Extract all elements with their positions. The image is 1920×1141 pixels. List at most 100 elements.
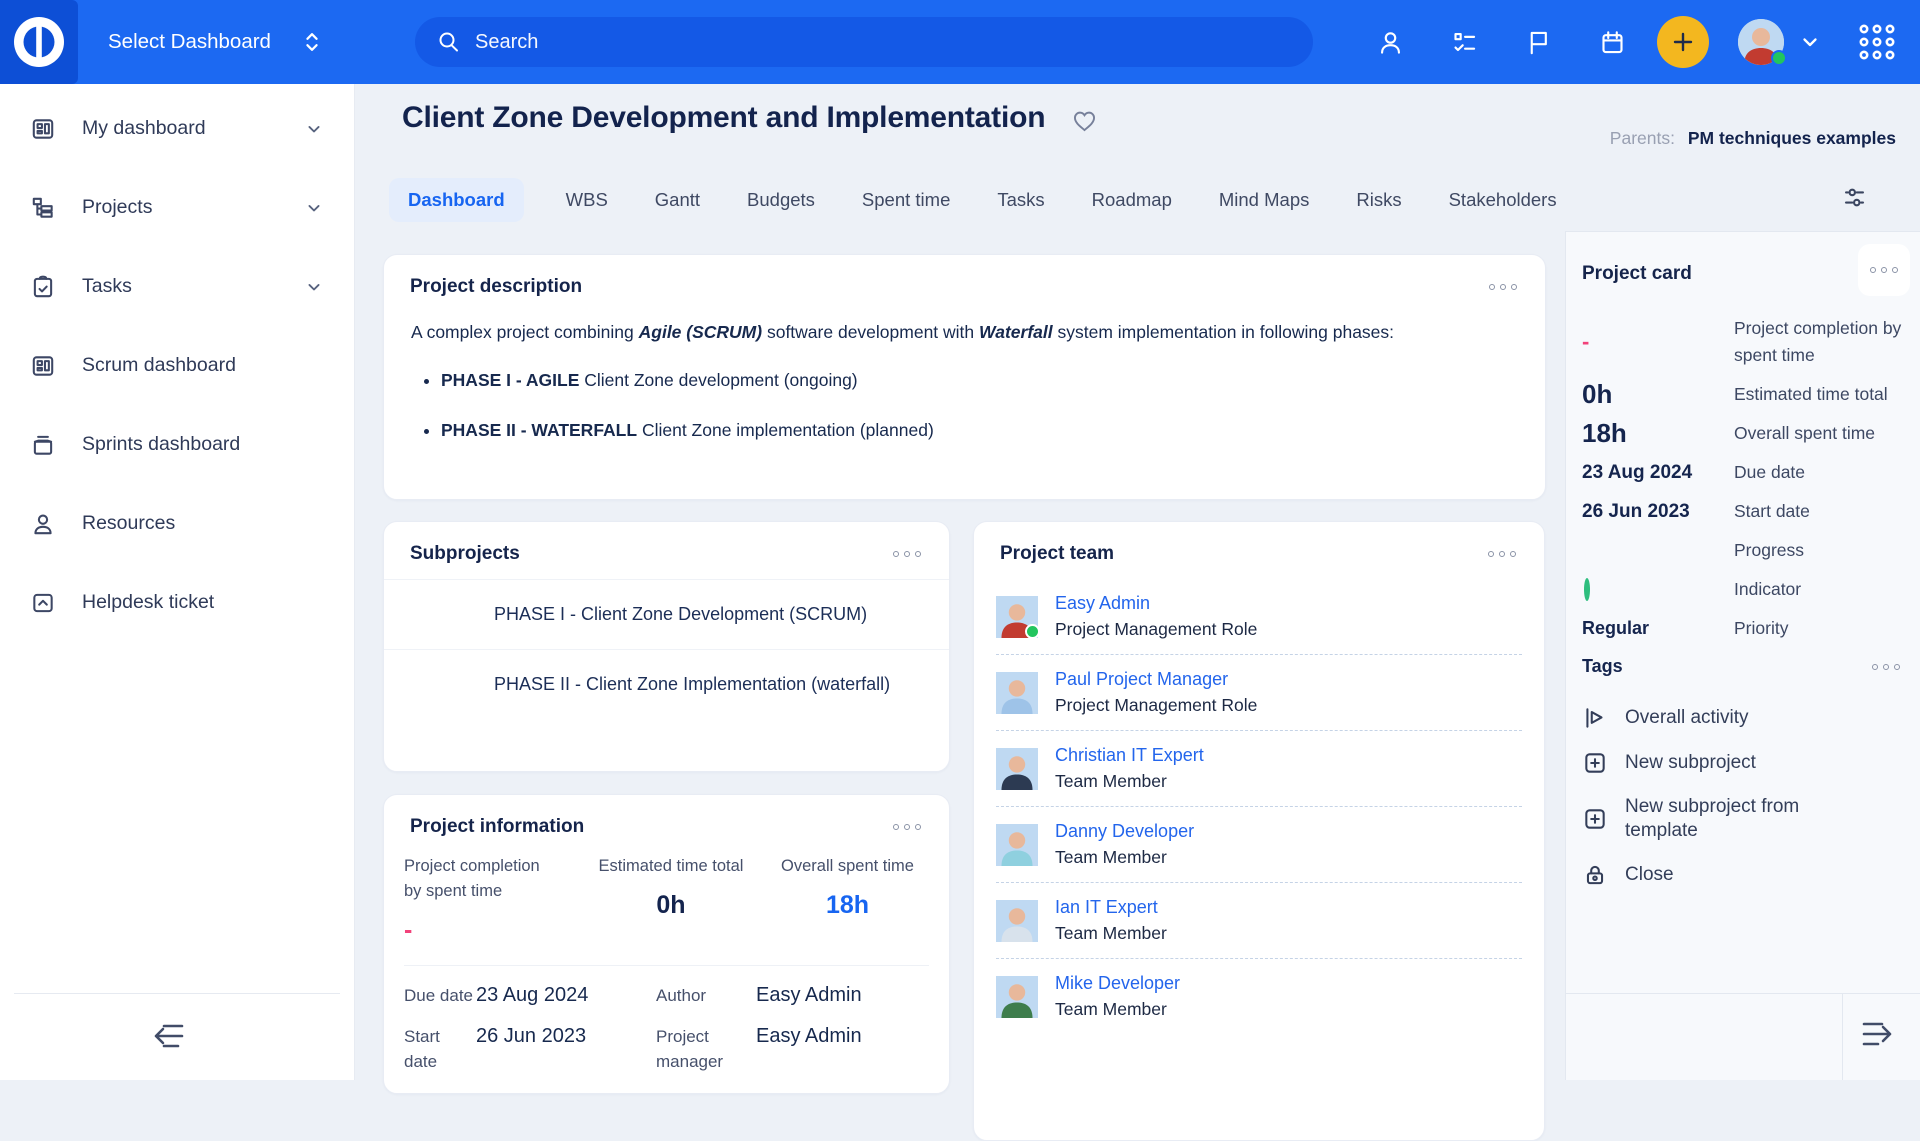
sidebar-item-my-dashboard[interactable]: My dashboard (0, 89, 354, 168)
sidebar-item-tasks[interactable]: Tasks (0, 247, 354, 326)
tab-mind-maps[interactable]: Mind Maps (1214, 178, 1314, 222)
chevron-down-icon[interactable] (304, 198, 324, 218)
parents-label: Parents: (1610, 128, 1675, 148)
tab-stakeholders[interactable]: Stakeholders (1444, 178, 1562, 222)
tab-dashboard[interactable]: Dashboard (389, 178, 524, 222)
close-project-button[interactable]: Close (1582, 862, 1904, 888)
card-field-spent-time: 18h Overall spent time (1582, 414, 1904, 453)
sprints-box-icon (30, 432, 56, 458)
new-subproject-button[interactable]: New subproject (1582, 750, 1904, 776)
chevron-down-icon[interactable] (304, 119, 324, 139)
overall-activity-button[interactable]: Overall activity (1582, 705, 1904, 731)
panel-menu-button[interactable] (889, 547, 925, 561)
collapse-sidebar-button[interactable] (148, 1016, 190, 1056)
sidebar-item-label: My dashboard (82, 117, 206, 140)
team-member-row: Ian IT Expert Team Member (996, 882, 1522, 958)
tags-label: Tags (1582, 656, 1623, 677)
ticket-chevron-up-icon (30, 590, 56, 616)
sidebar-item-label: Projects (82, 196, 152, 219)
action-label: Overall activity (1625, 706, 1749, 730)
project-card-title: Project card (1582, 263, 1692, 284)
member-name-link[interactable]: Paul Project Manager (1055, 669, 1257, 690)
sidebar-item-sprints-dashboard[interactable]: Sprints dashboard (0, 405, 354, 484)
card-field-start-date: 26 Jun 2023 Start date (1582, 492, 1904, 531)
panel-menu-button[interactable] (889, 820, 925, 834)
page-settings-button[interactable] (1841, 184, 1868, 211)
user-avatar-button[interactable] (1738, 19, 1784, 65)
field-label: Indicator (1734, 570, 1904, 609)
online-status-dot (1771, 50, 1787, 66)
subproject-link[interactable]: PHASE I - Client Zone Development (SCRUM… (384, 579, 949, 649)
field-label: Project manager (656, 1024, 756, 1074)
panel-title: Project team (1000, 543, 1114, 565)
panel-menu-button[interactable] (1485, 280, 1521, 294)
team-member-row: Paul Project Manager Project Management … (996, 654, 1522, 730)
plus-square-icon (1582, 750, 1608, 776)
member-name-link[interactable]: Danny Developer (1055, 821, 1194, 842)
project-card-sidebar: Project card - Project completion by spe… (1565, 231, 1920, 1080)
tab-spent-time[interactable]: Spent time (857, 178, 955, 222)
parents-link[interactable]: PM techniques examples (1688, 128, 1896, 148)
action-label: New subproject from template (1625, 795, 1860, 843)
sidebar-item-resources[interactable]: Resources (0, 484, 354, 563)
tab-roadmap[interactable]: Roadmap (1087, 178, 1177, 222)
member-name-link[interactable]: Mike Developer (1055, 973, 1180, 994)
avatar-menu-chevron[interactable] (1798, 30, 1822, 54)
field-label: Estimated time total (1734, 375, 1904, 414)
field-value: 23 Aug 2024 (476, 983, 656, 1007)
favorite-heart-button[interactable] (1071, 107, 1098, 134)
clipboard-check-icon (30, 274, 56, 300)
chevron-down-icon[interactable] (304, 277, 324, 297)
subproject-link[interactable]: PHASE II - Client Zone Implementation (w… (384, 649, 949, 719)
tasks-checklist-button[interactable] (1440, 0, 1488, 84)
field-value: 26 Jun 2023 (476, 1024, 656, 1048)
top-bar: Select Dashboard (0, 0, 1920, 84)
add-new-button[interactable] (1657, 16, 1709, 68)
member-name-link[interactable]: Easy Admin (1055, 593, 1257, 614)
dashboard-icon (30, 116, 56, 142)
project-team-panel: Project team Easy Admin Project Manageme… (973, 521, 1545, 1141)
calendar-button[interactable] (1588, 0, 1636, 84)
member-role: Team Member (1055, 923, 1167, 944)
collapse-right-sidebar-button[interactable] (1856, 1014, 1898, 1054)
sidebar-item-projects[interactable]: Projects (0, 168, 354, 247)
activity-icon (1582, 705, 1608, 731)
member-role: Project Management Role (1055, 695, 1257, 716)
member-role: Team Member (1055, 847, 1194, 868)
flag-button[interactable] (1514, 0, 1562, 84)
field-label: Overall spent time (1734, 414, 1904, 453)
select-dashboard-button[interactable]: Select Dashboard (108, 0, 323, 84)
field-value: 23 Aug 2024 (1582, 462, 1734, 484)
member-name-link[interactable]: Ian IT Expert (1055, 897, 1167, 918)
stat-value: 18h (766, 891, 929, 920)
tab-budgets[interactable]: Budgets (742, 178, 820, 222)
apps-grid-button[interactable] (1856, 21, 1898, 63)
panel-menu-button[interactable] (1484, 547, 1520, 561)
sidebar-item-scrum-dashboard[interactable]: Scrum dashboard (0, 326, 354, 405)
project-card-menu-button[interactable] (1858, 244, 1910, 296)
sidebar-item-label: Sprints dashboard (82, 433, 240, 456)
app-logo[interactable] (0, 0, 78, 84)
tab-wbs[interactable]: WBS (561, 178, 613, 222)
field-value: - (1582, 329, 1734, 355)
projects-tree-icon (30, 195, 56, 221)
select-dashboard-label: Select Dashboard (108, 30, 271, 54)
member-name-link[interactable]: Christian IT Expert (1055, 745, 1204, 766)
stat-value: - (404, 916, 576, 945)
field-label: Project completion by spent time (1734, 309, 1904, 375)
description-text: A complex project combining Agile (SCRUM… (384, 312, 1545, 447)
new-subproject-from-template-button[interactable]: New subproject from template (1582, 795, 1904, 843)
search-bar[interactable] (415, 17, 1313, 67)
breadcrumb: Parents: PM techniques examples (1610, 128, 1896, 149)
tags-menu-button[interactable] (1868, 660, 1904, 674)
heart-icon (1071, 107, 1098, 134)
tab-tasks[interactable]: Tasks (992, 178, 1049, 222)
search-input[interactable] (475, 31, 1235, 54)
sidebar-item-label: Scrum dashboard (82, 354, 236, 377)
tab-gantt[interactable]: Gantt (650, 178, 705, 222)
lock-icon (1582, 862, 1608, 888)
sidebar-item-helpdesk-ticket[interactable]: Helpdesk ticket (0, 563, 354, 642)
tab-risks[interactable]: Risks (1351, 178, 1406, 222)
field-label: Start date (404, 1024, 476, 1074)
profile-button[interactable] (1366, 0, 1414, 84)
